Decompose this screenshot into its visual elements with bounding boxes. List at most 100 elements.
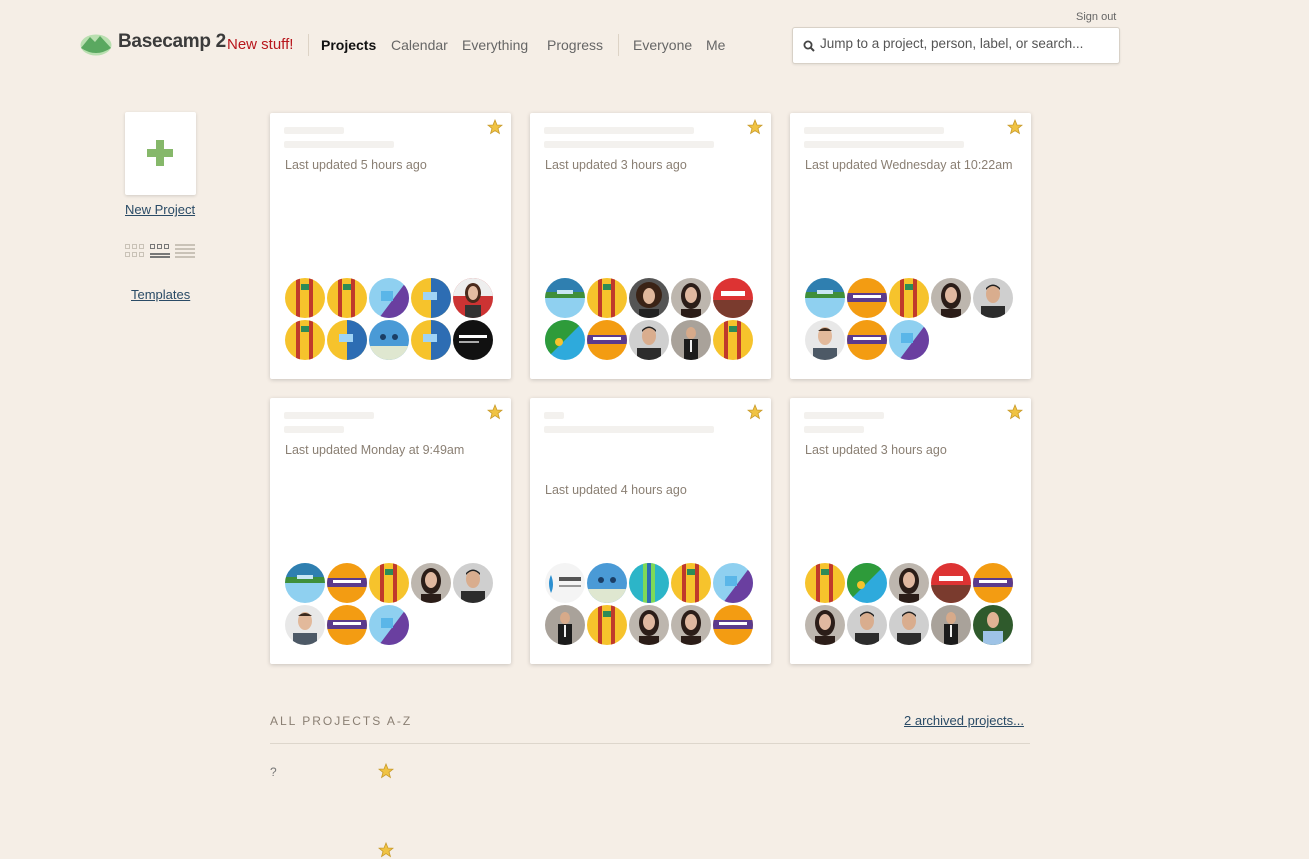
project-card[interactable]: Last updated 3 hours ago	[790, 398, 1031, 664]
nav-everything[interactable]: Everything	[462, 37, 528, 53]
avatar[interactable]	[587, 278, 627, 318]
avatar[interactable]	[629, 563, 669, 603]
new-project-button[interactable]	[125, 112, 196, 195]
nav-me[interactable]: Me	[706, 37, 725, 53]
star-icon[interactable]	[1007, 404, 1023, 420]
avatar[interactable]	[545, 605, 585, 645]
avatar[interactable]	[847, 563, 887, 603]
avatar[interactable]	[671, 320, 711, 360]
avatar[interactable]	[973, 278, 1013, 318]
avatar[interactable]	[931, 278, 971, 318]
last-updated-text: Last updated Monday at 9:49am	[285, 443, 465, 457]
star-icon[interactable]	[487, 404, 503, 420]
avatar[interactable]	[713, 605, 753, 645]
star-icon[interactable]	[747, 119, 763, 135]
member-avatars	[545, 563, 765, 645]
avatar[interactable]	[671, 605, 711, 645]
project-description-redacted	[804, 426, 864, 433]
avatar[interactable]	[545, 563, 585, 603]
avatar[interactable]	[889, 278, 929, 318]
avatar[interactable]	[369, 278, 409, 318]
project-card[interactable]: Last updated Monday at 9:49am	[270, 398, 511, 664]
avatar[interactable]	[713, 278, 753, 318]
avatar[interactable]	[453, 563, 493, 603]
nav-progress[interactable]: Progress	[547, 37, 603, 53]
nav-projects[interactable]: Projects	[321, 37, 376, 53]
avatar[interactable]	[629, 278, 669, 318]
grid-card-icon[interactable]	[150, 243, 170, 259]
project-card[interactable]: Last updated Wednesday at 10:22am	[790, 113, 1031, 379]
avatar[interactable]	[671, 563, 711, 603]
avatar[interactable]	[847, 278, 887, 318]
search-input[interactable]	[820, 36, 1110, 51]
avatar[interactable]	[889, 563, 929, 603]
avatar[interactable]	[369, 563, 409, 603]
project-card[interactable]: Last updated 4 hours ago	[530, 398, 771, 664]
avatar[interactable]	[889, 320, 929, 360]
project-card[interactable]: Last updated 3 hours ago	[530, 113, 771, 379]
project-card[interactable]: Last updated 5 hours ago	[270, 113, 511, 379]
letter-heading: ?	[270, 765, 277, 779]
avatar[interactable]	[713, 563, 753, 603]
avatar[interactable]	[453, 320, 493, 360]
avatar[interactable]	[973, 563, 1013, 603]
sign-out-link[interactable]: Sign out	[1076, 11, 1116, 23]
avatar[interactable]	[805, 278, 845, 318]
project-name-redacted	[804, 127, 944, 134]
avatar[interactable]	[411, 563, 451, 603]
star-icon[interactable]	[378, 842, 394, 858]
avatar[interactable]	[285, 278, 325, 318]
avatar[interactable]	[587, 605, 627, 645]
new-stuff-link[interactable]: New stuff!	[227, 36, 293, 53]
nav-divider	[618, 34, 619, 56]
avatar[interactable]	[327, 320, 367, 360]
avatar[interactable]	[411, 320, 451, 360]
avatar[interactable]	[545, 278, 585, 318]
divider	[270, 743, 1030, 744]
nav-calendar[interactable]: Calendar	[391, 37, 448, 53]
avatar[interactable]	[545, 320, 585, 360]
list-icon[interactable]	[175, 243, 195, 259]
avatar[interactable]	[629, 605, 669, 645]
star-icon[interactable]	[747, 404, 763, 420]
avatar[interactable]	[889, 605, 929, 645]
star-icon[interactable]	[1007, 119, 1023, 135]
avatar[interactable]	[805, 563, 845, 603]
templates-link[interactable]: Templates	[131, 287, 190, 302]
avatar[interactable]	[411, 278, 451, 318]
brand-logo[interactable]: Basecamp 2	[80, 28, 226, 56]
avatar[interactable]	[931, 563, 971, 603]
search-box[interactable]	[792, 27, 1120, 64]
archived-projects-link[interactable]: 2 archived projects...	[904, 713, 1024, 728]
avatar[interactable]	[671, 278, 711, 318]
avatar[interactable]	[847, 320, 887, 360]
avatar[interactable]	[973, 605, 1013, 645]
avatar[interactable]	[285, 563, 325, 603]
new-project-link[interactable]: New Project	[125, 202, 195, 217]
avatar[interactable]	[285, 320, 325, 360]
avatar[interactable]	[327, 563, 367, 603]
project-name-redacted	[804, 412, 884, 419]
avatar[interactable]	[453, 278, 493, 318]
last-updated-text: Last updated 5 hours ago	[285, 158, 427, 172]
star-icon[interactable]	[487, 119, 503, 135]
grid-small-icon[interactable]	[125, 243, 145, 259]
avatar[interactable]	[369, 605, 409, 645]
avatar[interactable]	[285, 605, 325, 645]
avatar[interactable]	[327, 278, 367, 318]
avatar[interactable]	[847, 605, 887, 645]
avatar[interactable]	[805, 605, 845, 645]
avatar[interactable]	[805, 320, 845, 360]
star-icon[interactable]	[378, 763, 394, 779]
avatar[interactable]	[587, 320, 627, 360]
all-projects-heading: ALL PROJECTS A-Z	[270, 714, 413, 728]
plus-icon	[147, 140, 173, 166]
avatar[interactable]	[327, 605, 367, 645]
avatar[interactable]	[931, 605, 971, 645]
avatar[interactable]	[587, 563, 627, 603]
project-name-redacted	[284, 412, 374, 419]
avatar[interactable]	[629, 320, 669, 360]
avatar[interactable]	[713, 320, 753, 360]
avatar[interactable]	[369, 320, 409, 360]
nav-everyone[interactable]: Everyone	[633, 37, 692, 53]
